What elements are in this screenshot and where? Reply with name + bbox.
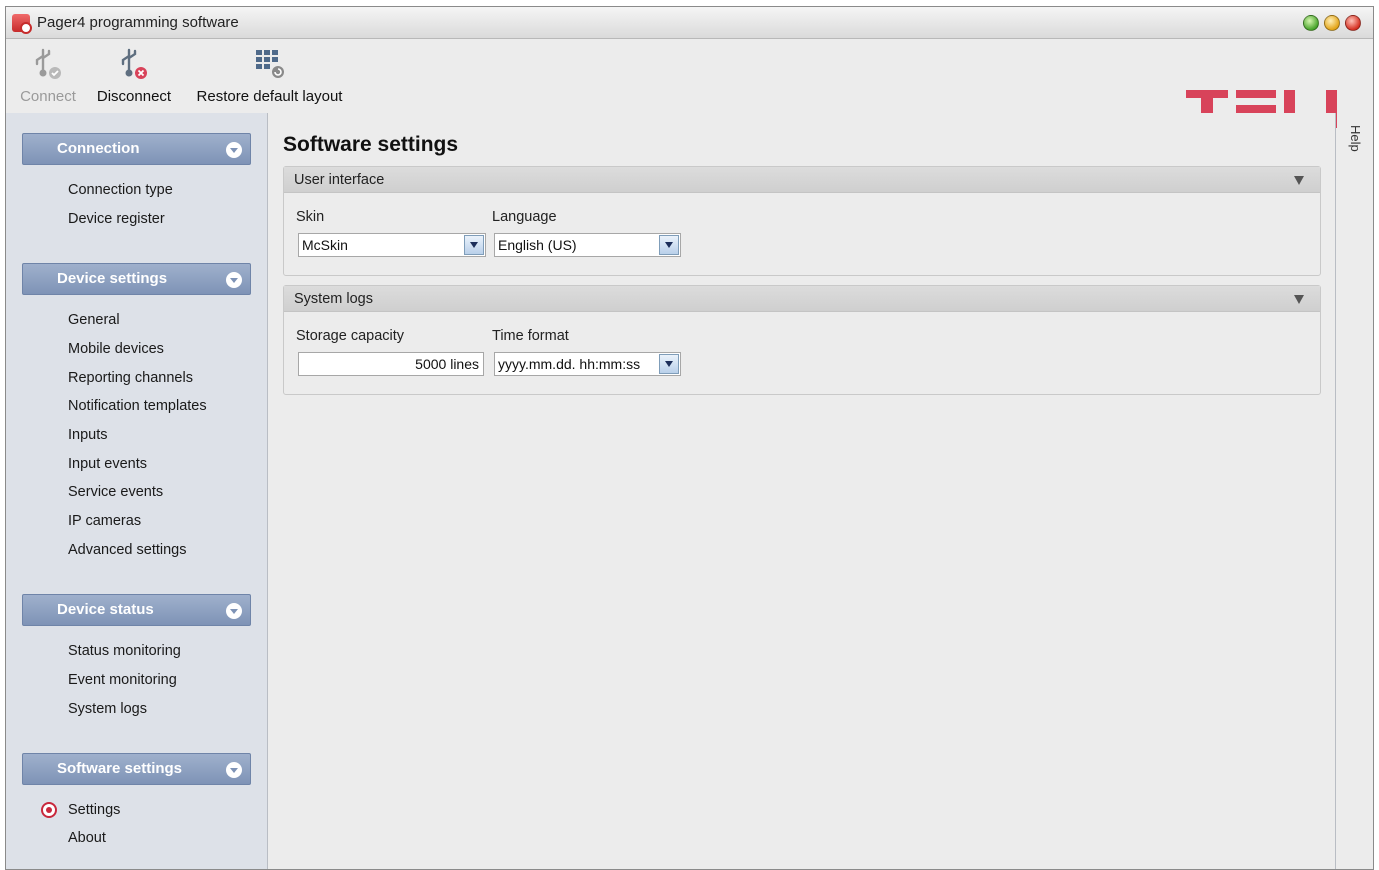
dropdown-arrow-icon[interactable]	[659, 235, 679, 255]
selected-radio-icon	[41, 802, 57, 818]
time-format-select[interactable]: yyyy.mm.dd. hh:mm:ss	[494, 352, 681, 376]
app-icon	[12, 14, 32, 34]
section-label: Device status	[57, 601, 154, 618]
skin-label: Skin	[296, 209, 325, 225]
title-bar: Pager4 programming software	[6, 7, 1373, 39]
sidebar-item-connection-type[interactable]: Connection type	[68, 182, 173, 198]
restore-layout-button[interactable]: Restore default layout	[192, 46, 347, 105]
sidebar-item-input-events[interactable]: Input events	[68, 456, 147, 472]
section-label: Connection	[57, 140, 140, 157]
system-logs-header[interactable]: System logs	[284, 286, 1320, 312]
connect-label: Connect	[20, 88, 76, 105]
toolbar: Connect Disconnect Restore default layou…	[6, 40, 1373, 128]
close-button[interactable]	[1345, 15, 1361, 31]
sidebar: Connection Connection type Device regist…	[6, 113, 268, 869]
section-software-settings[interactable]: Software settings	[22, 753, 251, 785]
main-panel: Software settings User interface Skin Mc…	[269, 113, 1336, 869]
window-title: Pager4 programming software	[37, 14, 239, 31]
time-format-value: yyyy.mm.dd. hh:mm:ss	[498, 356, 641, 372]
chevron-down-icon	[226, 762, 242, 778]
sidebar-item-device-register[interactable]: Device register	[68, 211, 165, 227]
skin-value: McSkin	[302, 237, 348, 253]
section-device-settings[interactable]: Device settings	[22, 263, 251, 295]
chevron-down-icon	[226, 142, 242, 158]
sidebar-item-general[interactable]: General	[68, 312, 120, 328]
dropdown-arrow-icon[interactable]	[659, 354, 679, 374]
storage-capacity-input[interactable]: 5000 lines	[298, 352, 484, 376]
sidebar-item-event-monitoring[interactable]: Event monitoring	[68, 672, 177, 688]
language-value: English (US)	[498, 237, 577, 253]
sidebar-item-advanced-settings[interactable]: Advanced settings	[68, 542, 187, 558]
dropdown-arrow-icon[interactable]	[464, 235, 484, 255]
minimize-button[interactable]	[1324, 15, 1340, 31]
user-interface-group: User interface Skin McSkin Language Engl…	[283, 166, 1321, 276]
section-connection[interactable]: Connection	[22, 133, 251, 165]
usb-disconnect-icon	[121, 48, 147, 79]
help-panel-tab[interactable]: Help	[1337, 113, 1373, 869]
disconnect-button[interactable]: Disconnect	[96, 46, 172, 105]
sidebar-item-about[interactable]: About	[68, 830, 106, 846]
group-title: User interface	[294, 172, 385, 188]
section-label: Software settings	[57, 760, 183, 777]
system-logs-group: System logs Storage capacity 5000 lines …	[283, 285, 1321, 395]
sidebar-item-mobile-devices[interactable]: Mobile devices	[68, 341, 164, 357]
section-device-status[interactable]: Device status	[22, 594, 251, 626]
storage-capacity-label: Storage capacity	[296, 328, 405, 344]
sidebar-item-inputs[interactable]: Inputs	[68, 427, 108, 443]
page-title: Software settings	[283, 133, 459, 156]
disconnect-label: Disconnect	[96, 88, 172, 105]
maximize-button[interactable]	[1303, 15, 1319, 31]
sidebar-item-ip-cameras[interactable]: IP cameras	[68, 513, 141, 529]
sidebar-item-service-events[interactable]: Service events	[68, 484, 163, 500]
sidebar-item-system-logs[interactable]: System logs	[68, 701, 147, 717]
usb-connect-icon	[35, 48, 61, 79]
grid-layout-icon	[255, 50, 284, 78]
restore-layout-label: Restore default layout	[196, 88, 343, 105]
connect-button[interactable]: Connect	[18, 46, 78, 105]
collapse-arrow-icon[interactable]	[1294, 295, 1304, 304]
user-interface-header[interactable]: User interface	[284, 167, 1320, 193]
section-label: Device settings	[57, 270, 168, 287]
help-label: Help	[1348, 125, 1363, 152]
app-window: Pager4 programming software Connect Disc…	[5, 6, 1374, 870]
sidebar-item-status-monitoring[interactable]: Status monitoring	[68, 643, 181, 659]
chevron-down-icon	[226, 603, 242, 619]
sidebar-item-reporting-channels[interactable]: Reporting channels	[68, 370, 193, 386]
sidebar-item-settings[interactable]: Settings	[68, 802, 120, 818]
language-label: Language	[492, 209, 557, 225]
skin-select[interactable]: McSkin	[298, 233, 486, 257]
language-select[interactable]: English (US)	[494, 233, 681, 257]
sidebar-item-notification-templates[interactable]: Notification templates	[68, 398, 207, 414]
time-format-label: Time format	[492, 328, 569, 344]
chevron-down-icon	[226, 272, 242, 288]
group-title: System logs	[294, 291, 373, 307]
collapse-arrow-icon[interactable]	[1294, 176, 1304, 185]
